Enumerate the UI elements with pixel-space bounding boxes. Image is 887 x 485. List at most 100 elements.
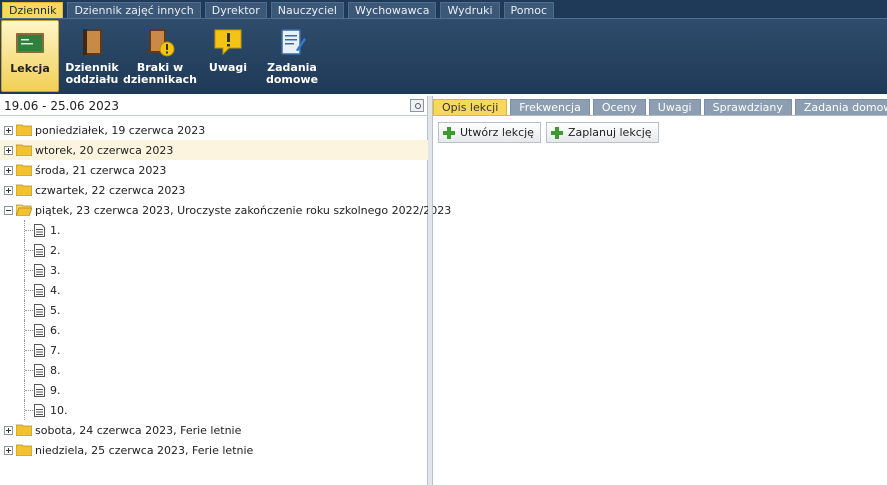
folder-open-icon	[16, 204, 32, 216]
tree-day-monday[interactable]: poniedziałek, 19 czerwca 2023	[0, 120, 428, 140]
collapse-icon[interactable]	[4, 205, 13, 215]
main-menu: Dziennik Dziennik zajęć innych Dyrektor …	[0, 0, 887, 18]
braki-w-dziennikach-label: Braki w dziennikach	[122, 61, 198, 86]
uwagi-button[interactable]: Uwagi	[197, 20, 259, 92]
lesson-number: 2.	[50, 243, 61, 257]
lesson-tabs: Opis lekcji Frekwencja Oceny Uwagi Spraw…	[433, 96, 887, 116]
day-label: piątek, 23 czerwca 2023, Uroczyste zakoń…	[35, 203, 452, 217]
week-panel: 19.06 - 25.06 2023 poniedziałek, 19 czer…	[0, 96, 451, 485]
expand-icon[interactable]	[4, 145, 13, 155]
day-label: sobota, 24 czerwca 2023, Ferie letnie	[35, 423, 242, 437]
lesson-number: 3.	[50, 263, 61, 277]
warning-note-icon	[214, 29, 242, 56]
menu-tab-wychowawca[interactable]: Wychowawca	[347, 2, 437, 18]
book-icon	[83, 29, 102, 55]
plus-icon	[550, 126, 563, 139]
tab-opis-lekcji[interactable]: Opis lekcji	[433, 99, 508, 115]
folder-icon	[16, 144, 32, 156]
lesson-item[interactable]: 5.	[0, 300, 428, 320]
tree-day-thursday[interactable]: czwartek, 22 czerwca 2023	[0, 180, 428, 200]
day-label: środa, 21 czerwca 2023	[35, 163, 167, 177]
tab-sprawdziany[interactable]: Sprawdziany	[703, 99, 792, 115]
lesson-number: 7.	[50, 343, 61, 357]
homework-icon	[281, 29, 306, 55]
dziennik-oddzialu-label: Dziennik oddziału	[65, 61, 119, 86]
day-label: wtorek, 20 czerwca 2023	[35, 143, 174, 157]
tab-zadania-domowe[interactable]: Zadania domowe	[794, 99, 887, 115]
expand-icon[interactable]	[4, 185, 13, 195]
tab-frekwencja[interactable]: Frekwencja	[510, 99, 590, 115]
tree-day-tuesday[interactable]: wtorek, 20 czerwca 2023	[0, 140, 428, 160]
chalkboard-icon	[16, 33, 44, 53]
folder-icon	[16, 444, 32, 456]
tree-day-sunday[interactable]: niedziela, 25 czerwca 2023, Ferie letnie	[0, 440, 428, 460]
lesson-number: 4.	[50, 283, 61, 297]
menu-tab-nauczyciel[interactable]: Nauczyciel	[270, 2, 344, 18]
folder-icon	[16, 124, 32, 136]
zadania-domowe-label: Zadania domowe	[265, 61, 319, 86]
lesson-number: 8.	[50, 363, 61, 377]
expand-icon[interactable]	[4, 165, 13, 175]
day-label: niedziela, 25 czerwca 2023, Ferie letnie	[35, 443, 254, 457]
lesson-number: 10.	[50, 403, 68, 417]
tree-day-friday[interactable]: piątek, 23 czerwca 2023, Uroczyste zakoń…	[0, 200, 451, 220]
tree-day-wednesday[interactable]: środa, 21 czerwca 2023	[0, 160, 428, 180]
tab-oceny[interactable]: Oceny	[592, 99, 646, 115]
plan-lesson-button[interactable]: Zaplanuj lekcję	[545, 122, 659, 143]
expand-icon[interactable]	[4, 425, 13, 435]
expand-icon[interactable]	[4, 445, 13, 455]
tree-day-saturday[interactable]: sobota, 24 czerwca 2023, Ferie letnie	[0, 420, 428, 440]
lesson-item[interactable]: 8.	[0, 360, 428, 380]
zadania-domowe-button[interactable]: Zadania domowe	[261, 20, 323, 92]
menu-tab-dziennik[interactable]: Dziennik	[2, 2, 64, 18]
document-icon	[34, 263, 45, 277]
dziennik-oddzialu-button[interactable]: Dziennik oddziału	[61, 20, 123, 92]
lesson-item[interactable]: 2.	[0, 240, 428, 260]
tab-uwagi[interactable]: Uwagi	[648, 99, 701, 115]
braki-w-dziennikach-button[interactable]: Braki w dziennikach	[122, 20, 198, 92]
plan-lesson-label: Zaplanuj lekcję	[567, 126, 652, 139]
create-lesson-button[interactable]: Utwórz lekcję	[438, 122, 541, 143]
calendar-picker-icon[interactable]	[410, 99, 424, 112]
lesson-number: 9.	[50, 383, 61, 397]
lesson-item[interactable]: 6.	[0, 320, 428, 340]
lesson-item[interactable]: 10.	[0, 400, 428, 420]
date-range-text: 19.06 - 25.06 2023	[4, 98, 120, 113]
folder-icon	[16, 164, 32, 176]
date-range-field[interactable]: 19.06 - 25.06 2023	[0, 96, 427, 116]
menu-tab-dyrektor[interactable]: Dyrektor	[204, 2, 267, 18]
create-lesson-label: Utwórz lekcję	[460, 126, 534, 139]
lesson-item[interactable]: 3.	[0, 260, 428, 280]
document-icon	[34, 343, 45, 357]
menu-tab-wydruki[interactable]: Wydruki	[440, 2, 500, 18]
lesson-item[interactable]: 4.	[0, 280, 428, 300]
lesson-item[interactable]: 9.	[0, 380, 428, 400]
menu-tab-dziennik-zajec-innych[interactable]: Dziennik zajęć innych	[67, 2, 201, 18]
lesson-item[interactable]: 1.	[0, 220, 428, 240]
lesson-item[interactable]: 7.	[0, 340, 428, 360]
lekcja-label: Lekcja	[10, 62, 50, 75]
lesson-number: 6.	[50, 323, 61, 337]
plus-icon	[443, 126, 455, 139]
day-label: poniedziałek, 19 czerwca 2023	[35, 123, 206, 137]
folder-icon	[16, 424, 32, 436]
uwagi-label: Uwagi	[208, 61, 248, 74]
menu-tab-pomoc[interactable]: Pomoc	[503, 2, 555, 18]
document-icon	[34, 323, 45, 337]
document-icon	[34, 383, 45, 397]
expand-icon[interactable]	[4, 125, 13, 135]
document-icon	[34, 223, 45, 237]
document-icon	[34, 363, 45, 377]
lesson-number: 1.	[50, 223, 61, 237]
book-warning-icon	[149, 29, 175, 57]
day-label: czwartek, 22 czerwca 2023	[35, 183, 186, 197]
lesson-number: 5.	[50, 303, 61, 317]
day-tree: poniedziałek, 19 czerwca 2023 wtorek, 20…	[0, 120, 451, 460]
document-icon	[34, 283, 45, 297]
lesson-actions: Utwórz lekcję Zaplanuj lekcję	[433, 116, 887, 143]
toolbar: Lekcja Dziennik oddziału Braki w dzienni…	[0, 18, 887, 94]
document-icon	[34, 243, 45, 257]
lekcja-button[interactable]: Lekcja	[1, 20, 59, 92]
lesson-panel: Opis lekcji Frekwencja Oceny Uwagi Spraw…	[433, 96, 887, 485]
document-icon	[34, 403, 45, 417]
